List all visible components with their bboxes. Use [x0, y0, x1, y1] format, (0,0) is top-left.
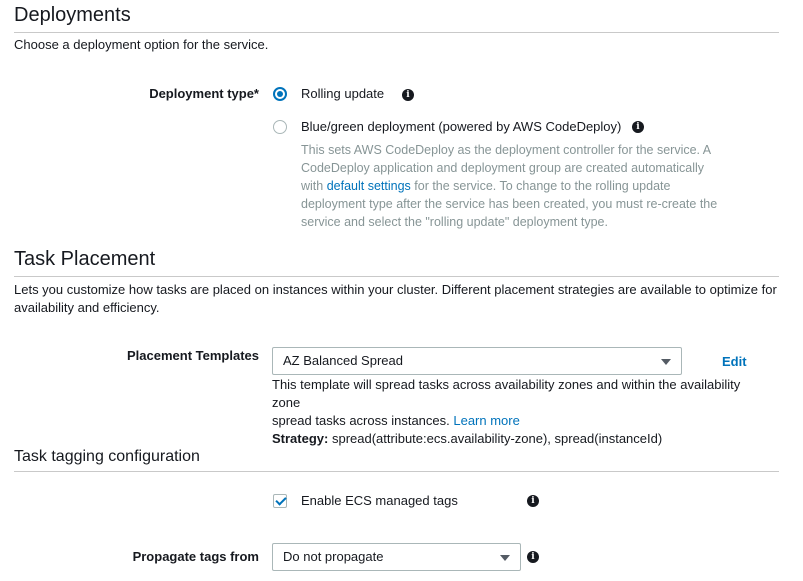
- managed-tags-checkbox[interactable]: [273, 494, 287, 508]
- task-tagging-title: Task tagging configuration: [14, 448, 200, 465]
- help-text: with: [301, 179, 327, 193]
- bluegreen-radio[interactable]: [273, 120, 287, 134]
- help-line: service and select the "rolling update" …: [301, 215, 608, 229]
- info-icon[interactable]: i: [527, 495, 539, 507]
- propagate-tags-select[interactable]: Do not propagate: [272, 543, 521, 571]
- placement-template-value: AZ Balanced Spread: [283, 353, 403, 368]
- bluegreen-label[interactable]: Blue/green deployment (powered by AWS Co…: [301, 119, 621, 134]
- learn-more-link[interactable]: Learn more: [453, 413, 519, 428]
- task-placement-divider: [14, 276, 779, 277]
- help-line: CodeDeploy application and deployment gr…: [301, 161, 705, 175]
- help-text: for the service. To change to the rollin…: [410, 179, 671, 193]
- help-line: with default settings for the service. T…: [301, 177, 741, 195]
- bluegreen-help-text: This sets AWS CodeDeploy as the deployme…: [301, 141, 741, 231]
- placement-template-select[interactable]: AZ Balanced Spread: [272, 347, 682, 375]
- description-line: availability and efficiency.: [14, 300, 160, 315]
- help-line: deployment type after the service has be…: [301, 197, 718, 211]
- rolling-update-label[interactable]: Rolling update: [301, 86, 384, 101]
- strategy-label: Strategy:: [272, 431, 329, 446]
- strategy-value: spread(attribute:ecs.availability-zone),…: [328, 431, 663, 446]
- caret-down-icon: [500, 555, 510, 561]
- strategy-line: Strategy: spread(attribute:ecs.availabil…: [272, 430, 772, 448]
- deployments-description: Choose a deployment option for the servi…: [14, 37, 269, 52]
- placement-templates-label: Placement Templates: [127, 348, 259, 363]
- deployments-title: Deployments: [14, 4, 131, 26]
- help-line: This sets AWS CodeDeploy as the deployme…: [301, 143, 712, 157]
- rolling-update-radio[interactable]: [273, 87, 287, 101]
- task-placement-description: Lets you customize how tasks are placed …: [14, 281, 784, 317]
- deployment-type-label: Deployment type*: [149, 86, 259, 101]
- description-line: Lets you customize how tasks are placed …: [14, 282, 777, 297]
- propagate-tags-label: Propagate tags from: [132, 549, 259, 564]
- help-text: spread tasks across instances.: [272, 413, 454, 428]
- info-icon[interactable]: i: [527, 551, 539, 563]
- placement-template-help: This template will spread tasks across a…: [272, 376, 772, 448]
- default-settings-link[interactable]: default settings: [327, 179, 411, 193]
- info-icon[interactable]: i: [632, 121, 644, 133]
- managed-tags-label[interactable]: Enable ECS managed tags: [301, 493, 458, 508]
- task-placement-title: Task Placement: [14, 248, 156, 270]
- deployments-divider: [14, 32, 779, 33]
- caret-down-icon: [661, 359, 671, 365]
- check-icon: [275, 494, 287, 506]
- edit-template-link[interactable]: Edit: [722, 354, 747, 369]
- help-line: This template will spread tasks across a…: [272, 377, 741, 410]
- info-icon[interactable]: i: [402, 89, 414, 101]
- task-tagging-divider: [14, 471, 779, 472]
- propagate-tags-value: Do not propagate: [283, 549, 384, 564]
- help-line: spread tasks across instances. Learn mor…: [272, 412, 772, 430]
